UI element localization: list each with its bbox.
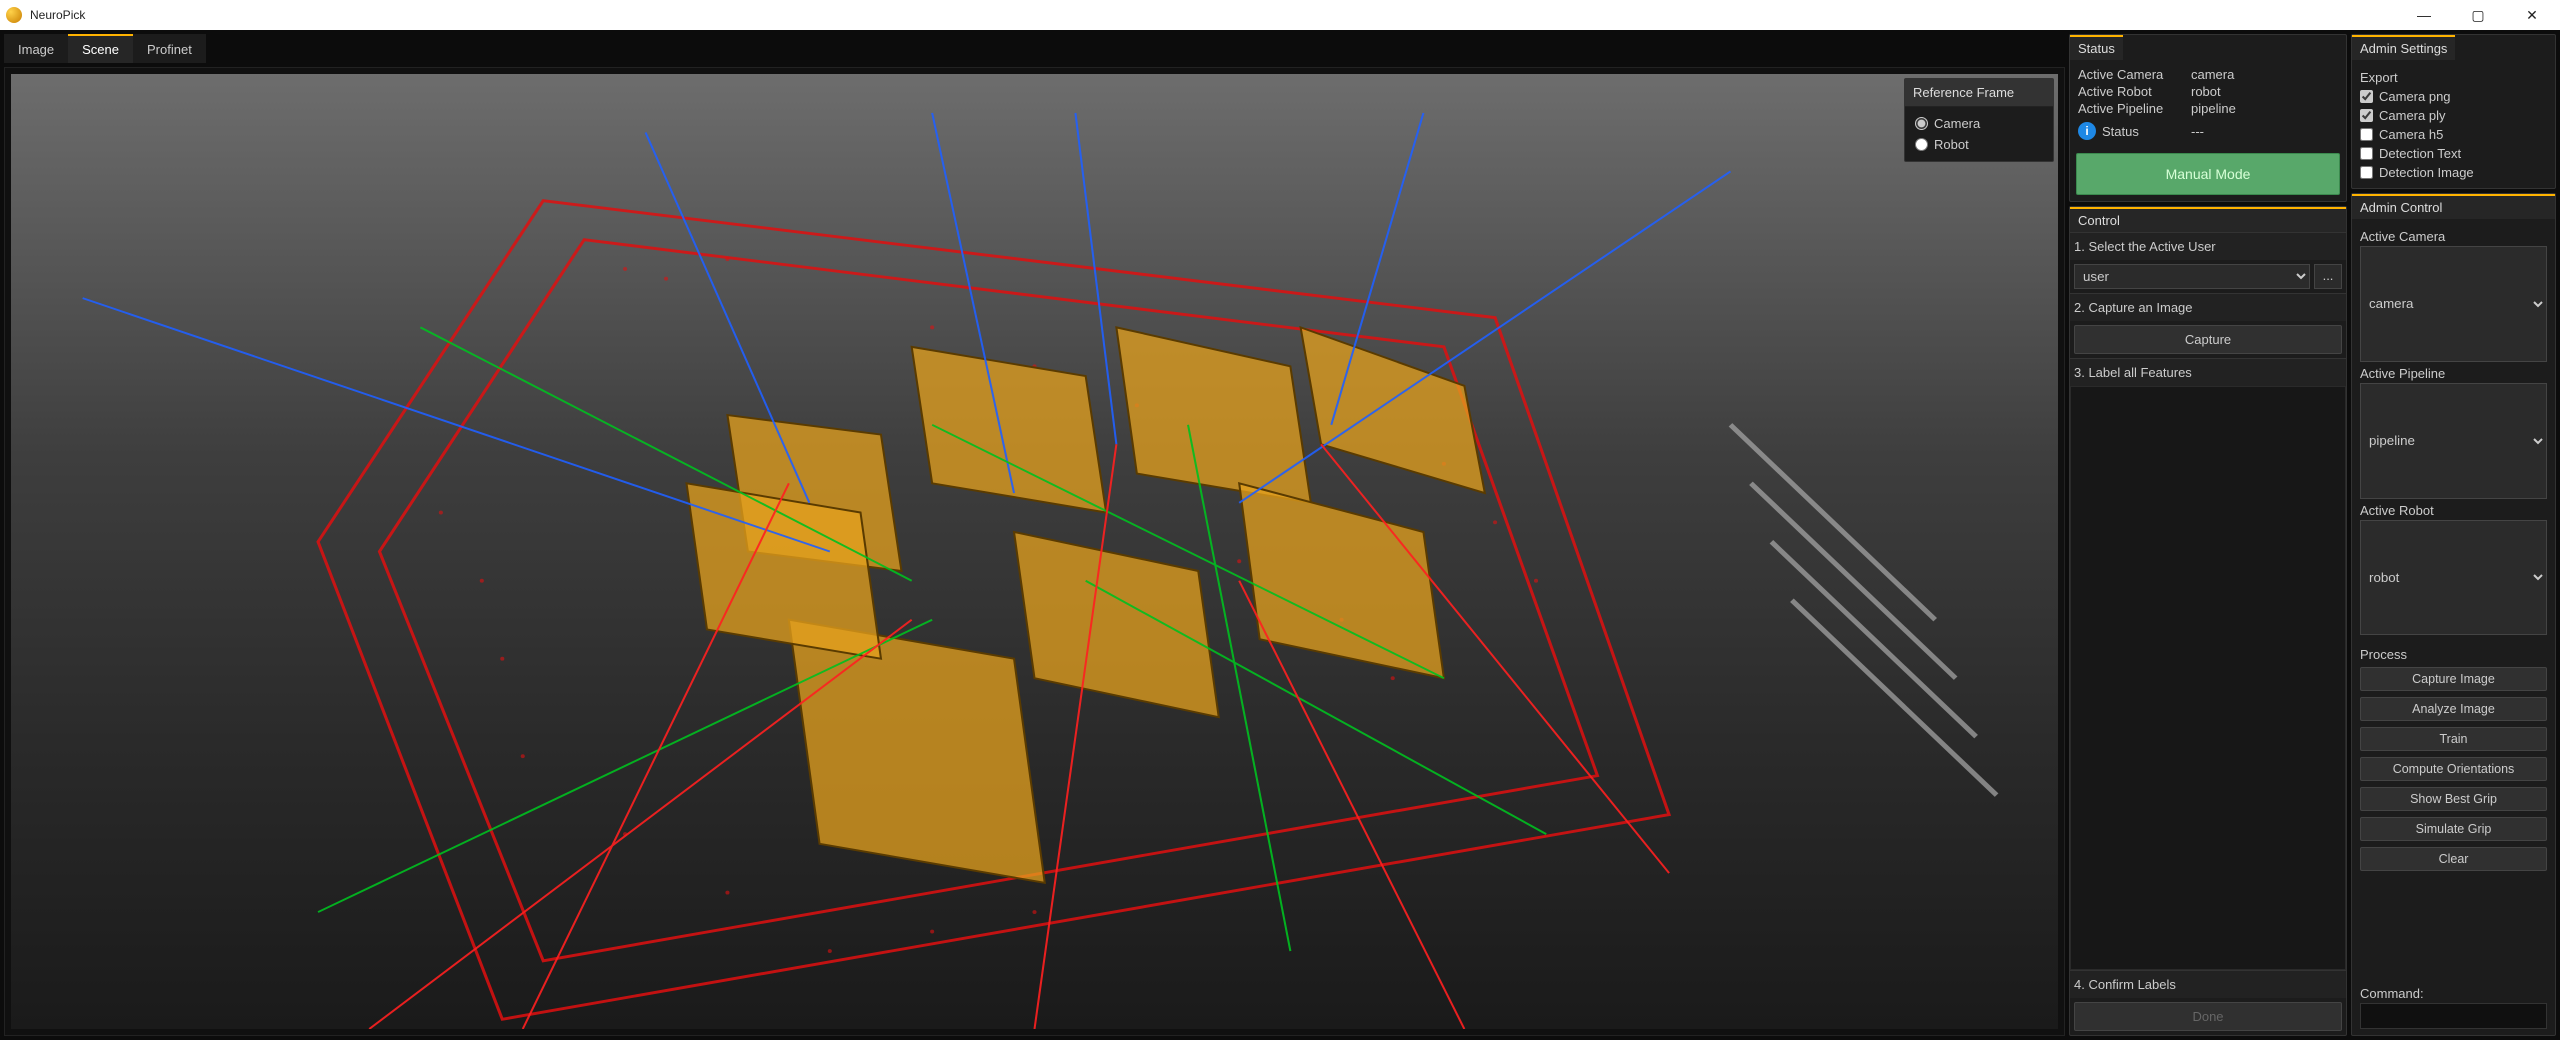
- admin-active-camera-select[interactable]: camera: [2360, 246, 2547, 362]
- reference-frame-camera-radio[interactable]: Camera: [1913, 113, 2045, 134]
- process-label: Process: [2360, 643, 2547, 664]
- window-title: NeuroPick: [30, 8, 2410, 22]
- admin-settings-panel: Admin Settings Export Camera png Camera …: [2351, 34, 2556, 189]
- tab-scene[interactable]: Scene: [68, 34, 133, 63]
- admin-active-robot-label: Active Robot: [2360, 499, 2547, 520]
- status-status-key: Status: [2102, 124, 2139, 139]
- admin-control-panel: Admin Control Active Camera camera Activ…: [2351, 193, 2556, 1036]
- control-header: Control: [2070, 207, 2346, 232]
- scene-viewport[interactable]: [11, 74, 2058, 1029]
- export-camera-ply-checkbox[interactable]: [2360, 109, 2373, 122]
- label-features-area[interactable]: [2070, 386, 2346, 970]
- export-detection-text-row[interactable]: Detection Text: [2360, 144, 2547, 163]
- tab-profinet[interactable]: Profinet: [133, 34, 206, 63]
- admin-active-pipeline-label: Active Pipeline: [2360, 362, 2547, 383]
- reference-frame-panel: Reference Frame Camera Robot: [1904, 78, 2054, 162]
- status-active-robot-key: Active Robot: [2078, 84, 2183, 99]
- info-icon: i: [2078, 122, 2096, 140]
- compute-orientations-button[interactable]: Compute Orientations: [2360, 757, 2547, 781]
- admin-settings-header: Admin Settings: [2352, 35, 2455, 60]
- export-camera-ply-label: Camera ply: [2379, 108, 2445, 123]
- export-camera-h5-label: Camera h5: [2379, 127, 2443, 142]
- control-panel: Control 1. Select the Active User user .…: [2069, 206, 2347, 1036]
- show-best-grip-button[interactable]: Show Best Grip: [2360, 787, 2547, 811]
- capture-image-button[interactable]: Capture Image: [2360, 667, 2547, 691]
- status-status-value: ---: [2191, 124, 2204, 139]
- control-step2-label: 2. Capture an Image: [2070, 293, 2346, 321]
- reference-frame-robot-radio[interactable]: Robot: [1913, 134, 2045, 155]
- status-active-camera-key: Active Camera: [2078, 67, 2183, 82]
- clear-button[interactable]: Clear: [2360, 847, 2547, 871]
- command-input[interactable]: [2360, 1003, 2547, 1029]
- admin-control-header: Admin Control: [2352, 194, 2555, 219]
- export-camera-h5-row[interactable]: Camera h5: [2360, 125, 2547, 144]
- reference-frame-camera-label: Camera: [1934, 116, 1980, 131]
- export-detection-text-label: Detection Text: [2379, 146, 2461, 161]
- train-button[interactable]: Train: [2360, 727, 2547, 751]
- window-close-button[interactable]: ✕: [2518, 7, 2546, 24]
- export-label: Export: [2360, 66, 2547, 87]
- window-titlebar: NeuroPick — ▢ ✕: [0, 0, 2560, 30]
- export-camera-h5-checkbox[interactable]: [2360, 128, 2373, 141]
- control-step4-label: 4. Confirm Labels: [2070, 970, 2346, 998]
- status-active-pipeline-value: pipeline: [2191, 101, 2236, 116]
- export-detection-image-checkbox[interactable]: [2360, 166, 2373, 179]
- manual-mode-button[interactable]: Manual Mode: [2076, 153, 2340, 195]
- reference-frame-camera-input[interactable]: [1915, 117, 1928, 130]
- export-camera-ply-row[interactable]: Camera ply: [2360, 106, 2547, 125]
- command-label: Command:: [2360, 982, 2547, 1003]
- export-camera-png-label: Camera png: [2379, 89, 2451, 104]
- status-header: Status: [2070, 35, 2123, 60]
- status-panel: Status Active Camera camera Active Robot r…: [2069, 34, 2347, 202]
- analyze-image-button[interactable]: Analyze Image: [2360, 697, 2547, 721]
- status-active-camera-value: camera: [2191, 67, 2234, 82]
- status-active-pipeline-key: Active Pipeline: [2078, 101, 2183, 116]
- done-button[interactable]: Done: [2074, 1002, 2342, 1031]
- status-active-robot-value: robot: [2191, 84, 2221, 99]
- window-maximize-button[interactable]: ▢: [2464, 7, 2492, 24]
- export-detection-image-row[interactable]: Detection Image: [2360, 163, 2547, 182]
- user-browse-button[interactable]: ...: [2314, 264, 2342, 289]
- control-step3-label: 3. Label all Features: [2070, 358, 2346, 386]
- active-user-select[interactable]: user: [2074, 264, 2310, 289]
- admin-active-camera-label: Active Camera: [2360, 225, 2547, 246]
- capture-button[interactable]: Capture: [2074, 325, 2342, 354]
- reference-frame-robot-input[interactable]: [1915, 138, 1928, 151]
- admin-active-robot-select[interactable]: robot: [2360, 520, 2547, 636]
- admin-active-pipeline-select[interactable]: pipeline: [2360, 383, 2547, 499]
- window-minimize-button[interactable]: —: [2410, 7, 2438, 24]
- export-detection-image-label: Detection Image: [2379, 165, 2474, 180]
- export-camera-png-checkbox[interactable]: [2360, 90, 2373, 103]
- app-icon: [6, 7, 22, 23]
- reference-frame-header: Reference Frame: [1905, 79, 2053, 107]
- simulate-grip-button[interactable]: Simulate Grip: [2360, 817, 2547, 841]
- control-step1-label: 1. Select the Active User: [2070, 232, 2346, 260]
- main-tabs: Image Scene Profinet: [4, 34, 2065, 63]
- reference-frame-robot-label: Robot: [1934, 137, 1969, 152]
- tab-image[interactable]: Image: [4, 34, 68, 63]
- export-detection-text-checkbox[interactable]: [2360, 147, 2373, 160]
- export-camera-png-row[interactable]: Camera png: [2360, 87, 2547, 106]
